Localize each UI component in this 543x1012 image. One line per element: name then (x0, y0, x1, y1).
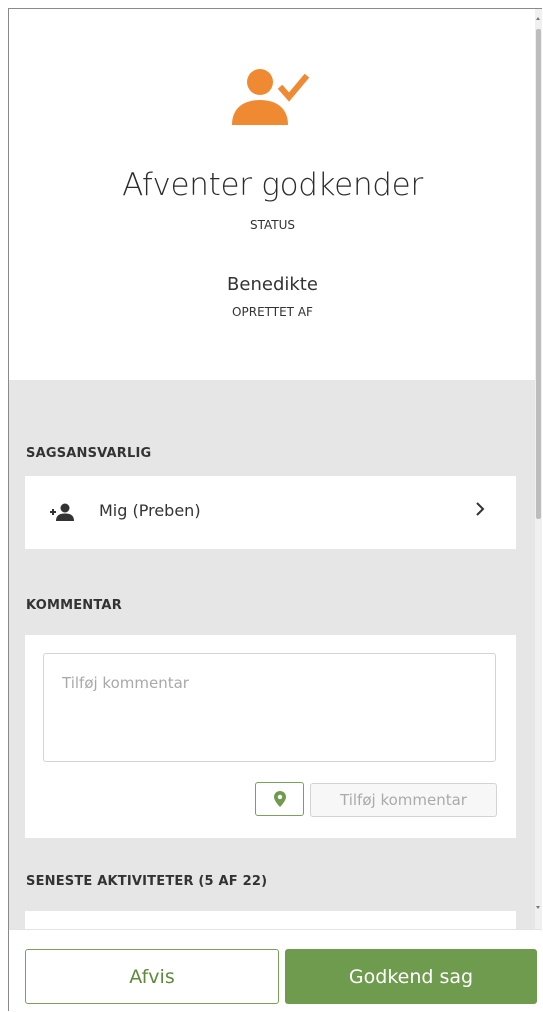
status-value: Afventer godkender (122, 167, 423, 203)
scroll-content: Afventer godkender STATUS Benedikte OPRE… (9, 9, 536, 929)
scrollbar-thumb[interactable] (536, 29, 541, 519)
scroll-up-icon[interactable] (536, 17, 540, 20)
assignee-selector[interactable]: Mig (Preben) (25, 476, 516, 549)
assignee-value: Mig (Preben) (99, 501, 201, 520)
reject-button[interactable]: Afvis (25, 949, 279, 1004)
assignee-section-label: SAGSANSVARLIG (26, 446, 152, 461)
vertical-scrollbar[interactable] (535, 9, 542, 929)
creator-value: Benedikte (227, 274, 318, 295)
user-check-icon (229, 67, 311, 127)
creator-caption: OPRETTET AF (232, 305, 313, 319)
chevron-right-icon (474, 499, 486, 523)
activity-list (25, 911, 516, 929)
comment-section-label: KOMMENTAR (26, 598, 122, 613)
case-header: Afventer godkender STATUS Benedikte OPRE… (9, 9, 536, 380)
activities-section-label: SENESTE AKTIVITETER (5 AF 22) (26, 874, 268, 889)
add-location-button[interactable] (255, 782, 304, 816)
scroll-down-icon[interactable] (536, 906, 540, 909)
comment-card: Tilføj kommentar (25, 635, 516, 838)
status-caption: STATUS (249, 218, 296, 232)
action-footer: Afvis Godkend sag (9, 929, 542, 1011)
case-detail-panel: Afventer godkender STATUS Benedikte OPRE… (8, 8, 542, 1011)
approve-button[interactable]: Godkend sag (285, 949, 537, 1004)
assign-user-icon (49, 503, 77, 523)
location-pin-icon (274, 791, 286, 807)
comment-input[interactable] (43, 653, 496, 762)
details-section: SAGSANSVARLIG Mig (Preben) KOMMENTAR Til… (9, 380, 536, 929)
add-comment-button[interactable]: Tilføj kommentar (310, 783, 497, 817)
